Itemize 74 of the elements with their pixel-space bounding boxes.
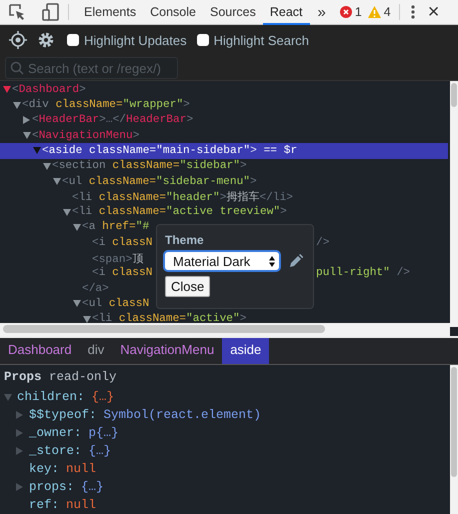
tree-node[interactable]: <section className="sidebar"> [52,160,247,172]
prop-name: _owner: [29,426,82,440]
popup-title: Theme [165,233,205,248]
collapse-arrow-icon[interactable] [21,132,32,140]
breadcrumb[interactable]: NavigationMenu [112,338,222,364]
prop-value: {…} [92,390,114,404]
prop-name: children: [17,390,85,404]
horizontal-scrollbar[interactable] [0,323,450,336]
prop-value: Symbol(react.element) [104,408,262,422]
error-count[interactable]: 1 [340,5,362,19]
vertical-scrollbar[interactable] [450,365,458,514]
collapse-arrow-icon[interactable] [61,208,72,216]
expand-arrow-icon[interactable] [21,116,32,124]
tree-node[interactable]: <ul classN [82,298,150,310]
prop-name: ref: [29,498,60,512]
closing-tag: </a> [82,282,109,295]
collapse-arrow-icon[interactable] [11,102,22,109]
warning-count[interactable]: 4 [368,5,391,19]
tree-node[interactable]: <i classN [92,236,152,249]
more-options-icon[interactable] [410,4,416,20]
vertical-scrollbar[interactable] [450,81,458,328]
warning-icon [368,6,381,18]
pencil-icon[interactable] [289,254,303,268]
breadcrumb[interactable]: Dashboard [0,338,80,364]
tree-node[interactable]: <span>顶 [92,250,144,266]
checkbox-label[interactable]: Highlight Search [214,32,310,48]
collapse-arrow-icon[interactable] [41,162,52,170]
tab[interactable]: Elements [77,0,144,24]
search-field[interactable]: Search (text or /regex/) [5,57,178,79]
collapse-arrow-icon[interactable] [81,316,92,323]
prop-value: p{…} [88,426,119,440]
prop-name: key: [29,462,60,476]
device-icon[interactable] [42,3,60,21]
props-heading: Props read-only [3,370,118,386]
prop-name: $$typeof: [29,408,97,422]
prop-name: _store: [29,444,82,458]
checkbox-label[interactable]: Highlight Updates [84,32,187,48]
tree-node-tail: pull-right" /> [316,267,410,280]
inspect-icon[interactable] [8,3,26,21]
target-icon[interactable] [9,31,27,49]
tree-node-tail: /> [316,236,330,249]
theme-select[interactable]: Material Dark [165,252,279,270]
collapse-arrow-icon[interactable] [71,224,82,231]
collapse-arrow-icon[interactable] [71,300,82,308]
tree-node[interactable]: <div className="wrapper"> [22,99,190,112]
tree-node[interactable]: <i classN [92,267,152,280]
collapse-arrow-icon[interactable] [1,86,12,94]
tree-node[interactable]: <NavigationMenu> [32,130,140,142]
tree-node[interactable]: <Dashboard> [12,84,86,96]
prop-name: props: [29,480,74,494]
tab[interactable]: Sources [202,0,263,24]
close-button[interactable]: × [428,2,440,22]
collapse-arrow-icon[interactable] [51,178,62,186]
prop-value: null [66,498,96,512]
checkbox[interactable] [196,34,209,46]
search-icon [10,61,24,75]
tree-node[interactable]: <HeaderBar>…</HeaderBar> [32,114,194,126]
breadcrumb[interactable]: div [80,338,112,364]
tree-node[interactable]: <li className="header">拇指车</li> [72,189,294,204]
updown-icon [269,256,275,267]
tree-node[interactable]: <li className="active"> [92,313,246,326]
prop-value: {…} [88,444,112,458]
more-tabs-button[interactable]: » [310,4,334,20]
tab[interactable]: Console [143,0,203,24]
prop-value: null [66,462,96,476]
checkbox[interactable] [67,34,79,46]
prop-value: {…} [81,480,104,494]
settings-icon[interactable] [37,31,55,49]
tree-node[interactable]: <ul className="sidebar-menu"> [62,176,257,188]
error-icon [340,6,352,18]
tree-node[interactable]: <li className="active treeview"> [72,206,287,218]
tree-node[interactable]: <a href="# [82,221,150,234]
breadcrumb[interactable]: aside [222,338,270,364]
close-button[interactable]: Close [165,276,210,298]
